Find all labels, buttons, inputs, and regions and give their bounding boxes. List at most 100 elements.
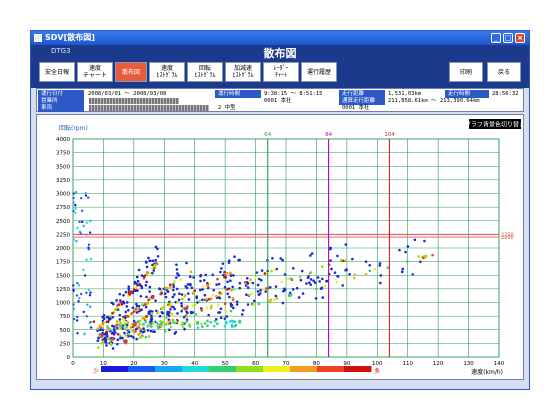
scatter-point — [136, 289, 139, 292]
speed-histogram-button[interactable]: 速度 ﾋｽﾄｸﾞﾗﾑ — [149, 62, 185, 82]
scatter-point — [186, 283, 190, 286]
scatter-point — [245, 276, 249, 280]
scatter-point — [120, 323, 123, 326]
scatter-point — [211, 273, 215, 277]
scatter-point — [219, 307, 223, 311]
scatter-point — [199, 279, 202, 283]
scatter-point — [200, 309, 204, 312]
scatter-point — [75, 294, 79, 297]
app-window: SDV[散布図] _ □ × DTG3 散布図 安全日報 速度 チャート 散布図… — [30, 30, 530, 390]
scatter-point — [72, 307, 76, 311]
scatter-point — [108, 314, 112, 318]
scatter-point — [223, 285, 227, 289]
scatter-point — [138, 332, 142, 335]
scatter-point — [186, 292, 190, 295]
scatter-point — [252, 302, 256, 306]
bg-toggle-label[interactable]: グラフ背景色切り替え — [465, 121, 525, 129]
vehicle-label: 車両 — [38, 104, 84, 112]
scatter-point — [289, 277, 293, 280]
scatter-point — [335, 280, 339, 284]
scatter-point — [230, 289, 233, 292]
scatter-point — [404, 250, 407, 254]
scatter-point — [238, 286, 242, 290]
masked-name — [89, 98, 179, 104]
scatter-point — [72, 238, 75, 241]
scatter-point — [72, 192, 75, 195]
scatter-point — [186, 305, 189, 308]
scatter-point — [152, 321, 156, 324]
scatter-point — [191, 304, 194, 308]
scatter-point — [190, 286, 194, 290]
back-button[interactable]: 戻る — [487, 62, 521, 82]
scatter-point — [160, 311, 164, 314]
scatter-point — [196, 326, 200, 330]
scatter-point — [401, 267, 405, 271]
y-tick-label: 2250 — [56, 232, 70, 238]
scatter-point — [201, 285, 205, 288]
safety-report-button[interactable]: 安全日報 — [39, 62, 75, 82]
scatter-point — [268, 285, 272, 289]
radar-chart-button[interactable]: ﾚｰﾀﾞｰ ﾁｬｰﾄ — [263, 62, 299, 82]
maximize-button[interactable]: □ — [503, 33, 513, 43]
scatter-point — [226, 271, 229, 275]
scatter-point — [140, 286, 144, 290]
scatter-point — [341, 284, 344, 287]
scatter-point — [230, 304, 233, 308]
scatter-point — [344, 276, 348, 280]
title-bar[interactable]: SDV[散布図] _ □ × — [31, 31, 529, 45]
y-tick-label: 750 — [60, 314, 71, 320]
scatter-point — [110, 343, 113, 347]
scatter-point — [85, 291, 88, 295]
scatter-point — [256, 283, 260, 287]
scatter-point — [248, 293, 251, 297]
scatter-point — [213, 319, 217, 323]
scatter-point — [201, 288, 204, 291]
legend-swatch — [344, 366, 372, 372]
scatter-button[interactable]: 散布図 — [115, 62, 147, 82]
scatter-point — [83, 274, 87, 277]
scatter-point — [154, 299, 157, 302]
scatter-point — [167, 314, 171, 318]
scatter-point — [193, 289, 197, 293]
scatter-point — [79, 292, 83, 296]
scatter-point — [228, 295, 231, 299]
scatter-point — [329, 247, 332, 251]
scatter-point — [344, 243, 348, 246]
scatter-point — [104, 331, 108, 334]
scatter-point — [76, 332, 79, 335]
scatter-point — [106, 326, 110, 330]
scatter-point — [237, 258, 240, 262]
scatter-point — [84, 194, 88, 197]
scatter-point — [114, 307, 118, 311]
scatter-point — [233, 255, 236, 259]
scatter-point — [226, 292, 229, 296]
minimize-button[interactable]: _ — [491, 33, 501, 43]
scatter-point — [74, 191, 78, 194]
scatter-point — [364, 260, 368, 263]
scatter-point — [185, 310, 188, 313]
scatter-point — [131, 306, 135, 310]
scatter-point — [244, 284, 248, 287]
x-tick-label: 130 — [463, 361, 474, 367]
y-tick-label: 0 — [67, 355, 71, 361]
speed-chart-button[interactable]: 速度 チャート — [77, 62, 113, 82]
scatter-point — [339, 258, 343, 262]
print-button[interactable]: 印刷 — [449, 62, 483, 82]
scatter-point — [206, 285, 209, 288]
scatter-point — [168, 285, 172, 289]
legend-low-label: 少 — [93, 368, 99, 375]
scatter-point — [174, 276, 178, 279]
legend-swatch — [317, 366, 345, 372]
scatter-point — [124, 340, 128, 344]
scatter-point — [129, 326, 133, 329]
scatter-point — [252, 299, 256, 303]
history-button[interactable]: 運行履歴 — [301, 62, 337, 82]
scatter-point — [76, 315, 79, 319]
scatter-point — [301, 292, 305, 295]
scatter-point — [262, 288, 265, 291]
scatter-point — [82, 310, 85, 314]
scatter-point — [251, 281, 255, 285]
accel-histogram-button[interactable]: 加減速 ﾋｽﾄｸﾞﾗﾑ — [225, 62, 261, 82]
rpm-histogram-button[interactable]: 回転 ﾋｽﾄｸﾞﾗﾑ — [187, 62, 223, 82]
close-button[interactable]: × — [515, 33, 525, 43]
